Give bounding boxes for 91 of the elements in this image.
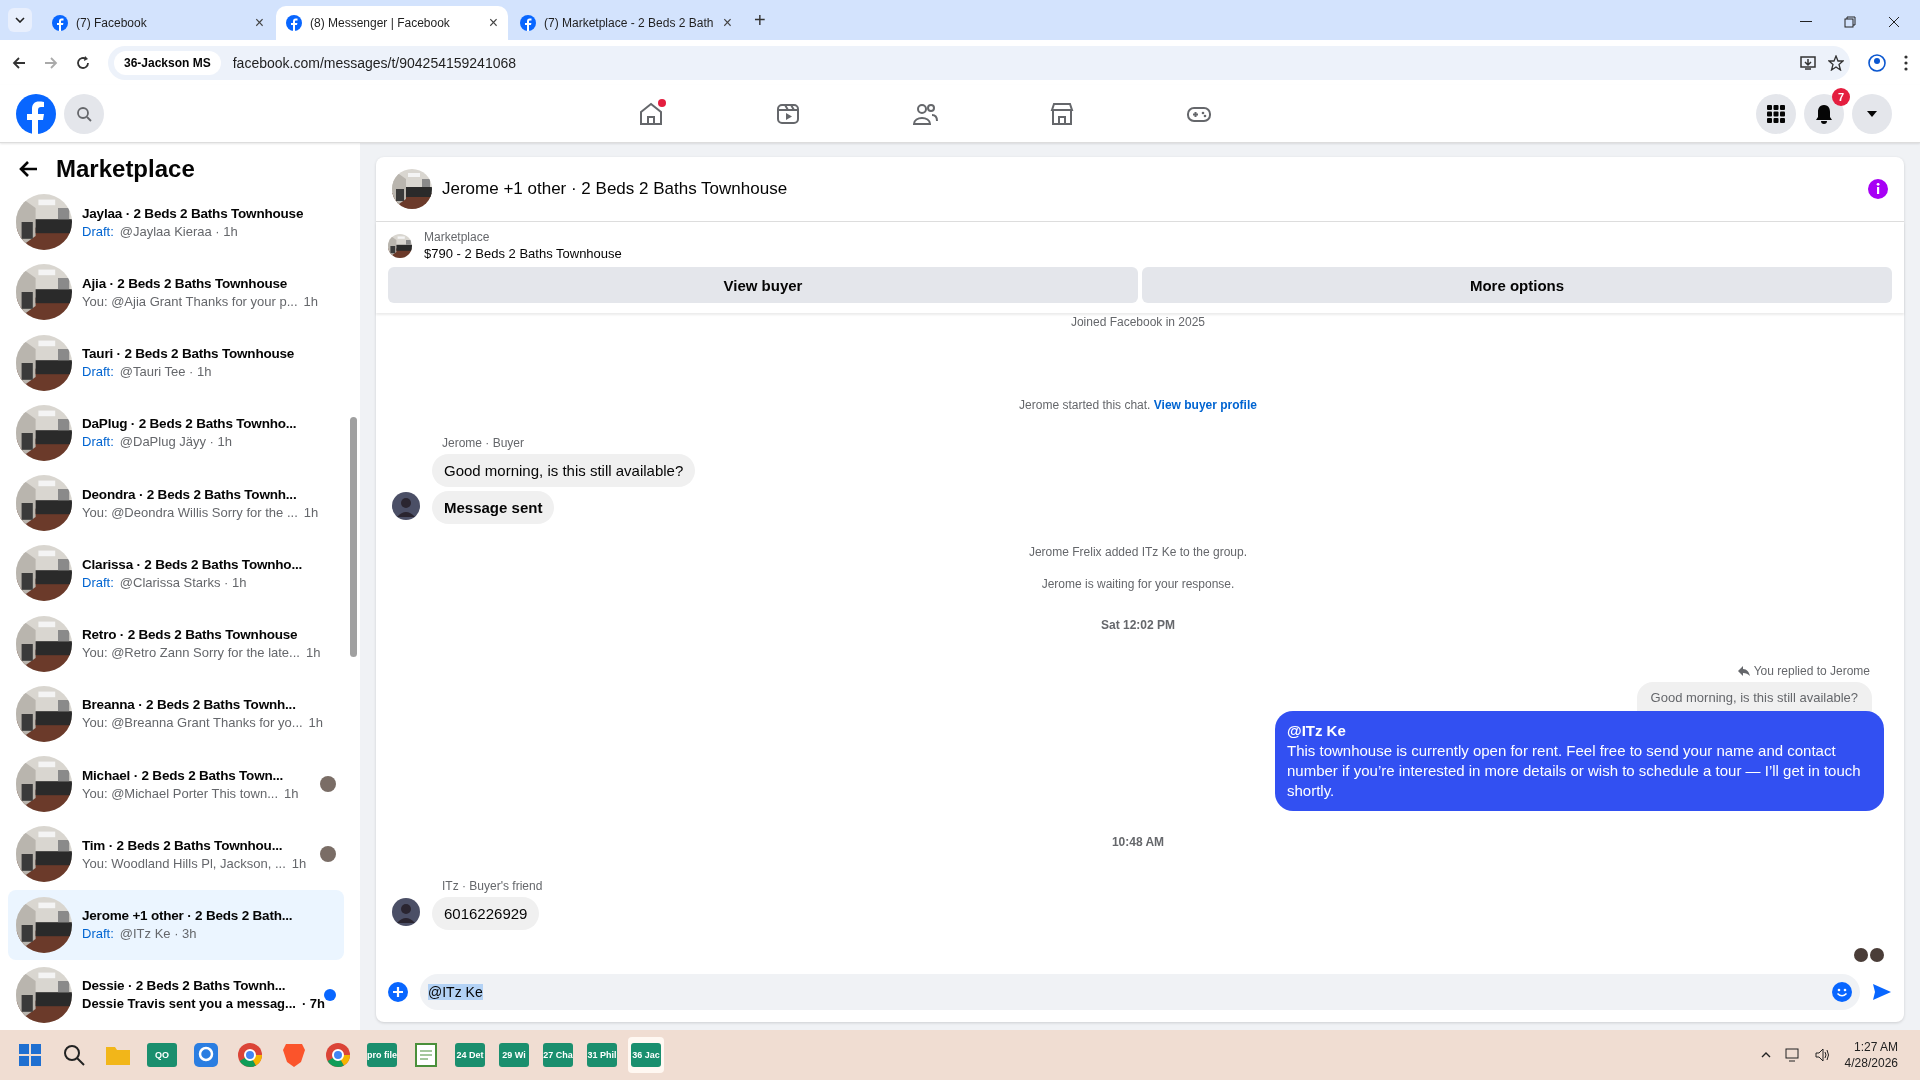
- close-tab-button[interactable]: ×: [488, 14, 498, 32]
- sender-label: ITz · Buyer's friend: [442, 879, 544, 893]
- app-tile-icon[interactable]: 29 Wi: [499, 1043, 529, 1067]
- draft-label: Draft:: [82, 574, 114, 590]
- browser-tab[interactable]: (8) Messenger | Facebook ×: [276, 6, 508, 40]
- conversation-item[interactable]: Jerome +1 other · 2 Beds 2 Bath... Draft: @ITz Ke · 3h: [8, 889, 344, 960]
- message-preview: @Clarissa Starks · 1h: [119, 574, 247, 590]
- conversation-title: DaPlug · 2 Beds 2 Baths Townho...: [82, 416, 298, 432]
- message-time: 1h: [284, 785, 299, 801]
- close-tab-button[interactable]: ×: [722, 14, 732, 32]
- message-preview: You: @Ajia Grant Thanks for your p...: [82, 293, 298, 309]
- message-time: 1h: [303, 504, 319, 520]
- tab-title: (8) Messenger | Facebook: [310, 16, 451, 30]
- conversation-item[interactable]: Michael · 2 Beds 2 Baths Town... You: @Michael Porter This town... 1h: [8, 749, 344, 820]
- chat-title: Jerome +1 other · 2 Beds 2 Baths Townhouse: [442, 179, 789, 199]
- conversation-title: Tauri · 2 Beds 2 Baths Townhouse: [82, 346, 296, 362]
- message-time: 1h: [305, 645, 321, 661]
- conversation-item[interactable]: Ajia · 2 Beds 2 Baths Townhouse You: @Ajia Grant Thanks for your p... 1h: [8, 257, 344, 328]
- conversation-item[interactable]: Deondra · 2 Beds 2 Baths Townh... You: @Deondra Willis Sorry for the ... 1h: [8, 468, 344, 539]
- tab-title: (7) Facebook: [76, 16, 148, 30]
- message-field[interactable]: @ITz Ke: [420, 974, 1860, 1010]
- message-preview: Dessie Travis sent you a messag...: [82, 996, 296, 1012]
- draft-label: Draft:: [82, 926, 114, 942]
- timestamp: Sat 12:02 PM: [1100, 618, 1175, 632]
- message-preview: @Jaylaa Kieraa · 1h: [119, 223, 238, 239]
- app-tile-icon[interactable]: 31 Phil: [587, 1043, 617, 1067]
- reply-note: You replied to Jerome: [1753, 664, 1870, 678]
- message-time: · 7h: [301, 996, 325, 1012]
- system-message: Jerome Frelix added ITz Ke to the group.: [1028, 545, 1248, 559]
- conversation-item[interactable]: Tim · 2 Beds 2 Baths Townhou... You: Woodland Hills Pl, Jackson, ... 1h: [8, 819, 344, 890]
- sidebar-title: Marketplace: [56, 155, 195, 183]
- timestamp: 10:48 AM: [1111, 835, 1165, 849]
- conversation-item[interactable]: DaPlug · 2 Beds 2 Baths Townho... Draft: @DaPlug Jäyy · 1h: [8, 397, 344, 468]
- listing-label: Marketplace: [424, 230, 491, 244]
- conversation-title: Retro · 2 Beds 2 Baths Townhouse: [82, 627, 299, 643]
- clock-time[interactable]: 1:27 AM: [1853, 1040, 1898, 1054]
- conversation-item[interactable]: Breanna · 2 Beds 2 Baths Townh... You: @Breanna Grant Thanks for yo... 1h: [8, 678, 344, 749]
- system-message: Jerome started this chat. View buyer profile: [1019, 398, 1257, 412]
- message-preview: @ITz Ke · 3h: [119, 926, 197, 942]
- action-button[interactable]: View buyer: [388, 267, 1138, 303]
- close-tab-button[interactable]: ×: [254, 14, 264, 32]
- conversation-title: Tim · 2 Beds 2 Baths Townhou...: [82, 837, 284, 853]
- conversation-item[interactable]: Retro · 2 Beds 2 Baths Townhouse You: @Retro Zann Sorry for the late... 1h: [8, 608, 344, 679]
- message-preview: You: @Michael Porter This town...: [82, 785, 278, 801]
- conversation-title: Breanna · 2 Beds 2 Baths Townh...: [82, 697, 297, 713]
- conversation-title: Jerome +1 other · 2 Beds 2 Bath...: [82, 908, 294, 924]
- conversation-title: Dessie · 2 Beds 2 Baths Townh...: [82, 978, 287, 994]
- url-text[interactable]: facebook.com/messages/t/904254159241068: [232, 54, 1788, 71]
- action-button[interactable]: More options: [1142, 267, 1892, 303]
- message-time: 1h: [291, 855, 307, 871]
- message-bubble: Good morning, is this still available?: [432, 454, 696, 487]
- conversation-item[interactable]: Jaylaa · 2 Beds 2 Baths Townhouse Draft: @Jaylaa Kieraa · 1h: [8, 187, 344, 258]
- draft-label: Draft:: [82, 364, 114, 380]
- system-message: Jerome is waiting for your response.: [1041, 577, 1235, 591]
- notification-badge: 7: [1832, 87, 1850, 106]
- conversation-title: Ajia · 2 Beds 2 Baths Townhouse: [82, 275, 289, 291]
- conversation-item[interactable]: Tauri · 2 Beds 2 Baths Townhouse Draft: @Tauri Tee · 1h: [8, 327, 344, 398]
- message-bubble: Message sent: [432, 491, 555, 524]
- app-tile-icon[interactable]: 24 Det: [455, 1043, 485, 1067]
- message-preview: You: @Deondra Willis Sorry for the ...: [82, 504, 298, 520]
- conversation-item[interactable]: Clarissa · 2 Beds 2 Baths Townho... Draft: @Clarissa Starks · 1h: [8, 538, 344, 609]
- conversation-title: Michael · 2 Beds 2 Baths Town...: [82, 767, 285, 783]
- browser-tab[interactable]: (7) Facebook ×: [42, 6, 274, 40]
- message-bubble: 6016226929: [432, 897, 540, 930]
- message-preview: @Tauri Tee · 1h: [119, 364, 212, 380]
- message-preview: @DaPlug Jäyy · 1h: [119, 434, 232, 450]
- app-tile-icon[interactable]: QO: [147, 1043, 177, 1067]
- draft-label: Draft:: [82, 434, 114, 450]
- browser-tab[interactable]: (7) Marketplace - 2 Beds 2 Bath ×: [510, 6, 742, 40]
- system-message: Joined Facebook in 2025: [1070, 315, 1206, 329]
- message-time: 1h: [303, 293, 318, 309]
- conversation-item[interactable]: Dessie · 2 Beds 2 Baths Townh... Dessie Travis sent you a messag... · 7h: [8, 959, 344, 1030]
- conversation-title: Clarissa · 2 Beds 2 Baths Townho...: [82, 556, 304, 572]
- sent-message-bubble: @ITz Ke This townhouse is currently open for rent. Feel free to send your name and contact number if you’re interested in more details or wish to schedule a tour — I’ll get in touch shortly.: [1275, 711, 1884, 811]
- conversation-title: Jaylaa · 2 Beds 2 Baths Townhouse: [82, 205, 305, 221]
- clock-date[interactable]: 4/28/2026: [1844, 1056, 1898, 1070]
- message-preview: You: Woodland Hills Pl, Jackson, ...: [82, 855, 286, 871]
- app-tile-icon[interactable]: 36 Jac: [631, 1043, 661, 1067]
- site-chip[interactable]: 36-Jackson MS: [114, 50, 221, 75]
- message-time: 1h: [308, 715, 324, 731]
- message-preview: You: @Breanna Grant Thanks for yo...: [82, 715, 303, 731]
- app-tile-icon[interactable]: 27 Cha: [543, 1043, 573, 1067]
- tab-title: (7) Marketplace - 2 Beds 2 Bath: [544, 16, 715, 30]
- conversation-title: Deondra · 2 Beds 2 Baths Townh...: [82, 486, 298, 502]
- profile-link[interactable]: View buyer profile: [1153, 398, 1257, 412]
- draft-label: Draft:: [82, 223, 114, 239]
- app-tile-icon[interactable]: pro file: [367, 1043, 397, 1067]
- message-preview: You: @Retro Zann Sorry for the late...: [82, 645, 300, 661]
- sender-label: Jerome · Buyer: [442, 436, 526, 450]
- listing-title[interactable]: $790 - 2 Beds 2 Baths Townhouse: [424, 246, 622, 261]
- new-tab-button[interactable]: +: [754, 9, 766, 32]
